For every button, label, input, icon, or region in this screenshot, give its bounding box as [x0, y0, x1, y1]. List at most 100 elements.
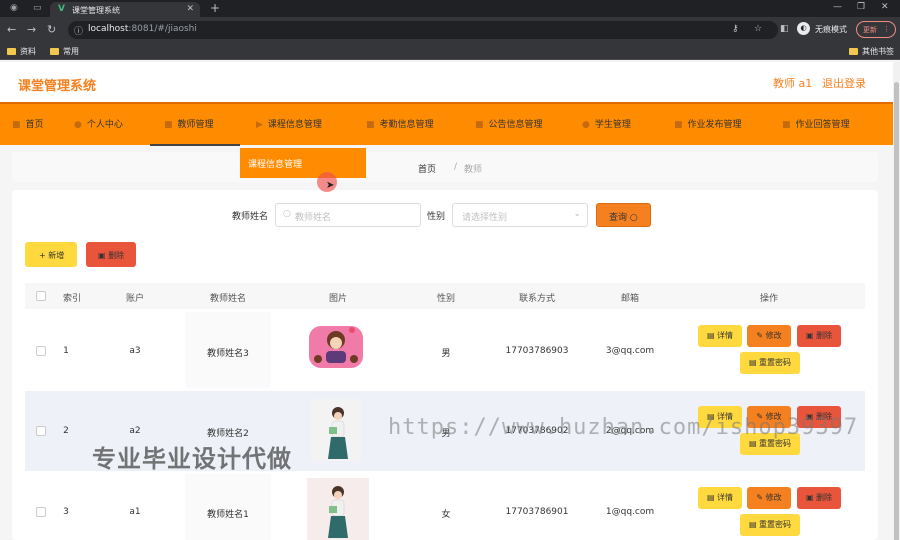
- breadcrumb-home[interactable]: 首页: [418, 162, 436, 175]
- home-icon: ■: [12, 120, 21, 130]
- cell-index: 2: [63, 426, 69, 436]
- forward-icon[interactable]: →: [27, 23, 36, 36]
- folder-icon: [7, 48, 16, 55]
- cell-name: 教师姓名2: [207, 429, 249, 439]
- header-account: 账户: [125, 294, 144, 304]
- active-menu-indicator: [150, 144, 240, 146]
- menu-item-course[interactable]: ▶ 课程信息管理: [256, 117, 322, 130]
- row-checkbox[interactable]: [36, 346, 46, 356]
- submenu-course-info[interactable]: 课程信息管理: [240, 148, 366, 178]
- cell-email: 3@qq.com: [605, 346, 655, 356]
- new-tab-icon[interactable]: +: [210, 1, 220, 15]
- header-actions: 操作: [759, 294, 778, 304]
- cell-account: a3: [129, 346, 141, 356]
- menu-item-attendance[interactable]: ■ 考勤信息管理: [366, 117, 434, 130]
- key-icon[interactable]: ⚷: [732, 24, 739, 34]
- edit-button[interactable]: ✎ 修改: [747, 325, 791, 347]
- header-email: 邮箱: [620, 294, 639, 304]
- reset-password-button[interactable]: ▤ 重置密码: [740, 352, 800, 374]
- cell-account: a2: [129, 426, 141, 436]
- reload-icon[interactable]: ↻: [47, 23, 56, 36]
- main-menu: ■ 首页 ● 个人中心 ■ 教师管理 ▶ 课程信息管理 ■ 考勤信息管理 ■ 公告信息管理 …: [0, 102, 900, 146]
- sidebar-icon[interactable]: ◧: [780, 24, 789, 34]
- detail-button[interactable]: ▤ 详情: [698, 325, 742, 347]
- delete-button[interactable]: ▣ 删除: [797, 325, 841, 347]
- watermark-url: https://www.huzhan.com/ishop39397: [388, 415, 859, 440]
- star-icon[interactable]: ☆: [754, 24, 762, 34]
- name-search-input[interactable]: ○ 教师姓名: [275, 203, 421, 227]
- header-phone: 联系方式: [518, 294, 555, 304]
- cell-index: 3: [63, 507, 69, 517]
- more-icon: ⋮: [883, 25, 890, 33]
- menu-item-notice[interactable]: ■ 公告信息管理: [475, 117, 543, 130]
- folder-icon: [849, 48, 858, 55]
- edit-button[interactable]: ✎ 修改: [747, 487, 791, 509]
- scrollbar-thumb[interactable]: [894, 82, 899, 540]
- header-gender: 性别: [436, 294, 455, 304]
- breadcrumb: 首页 / 教师: [12, 152, 878, 182]
- search-icon: ○: [283, 209, 291, 219]
- user-icon: ●: [74, 120, 82, 130]
- chrome-icon[interactable]: ◉: [10, 3, 18, 13]
- menu-item-student[interactable]: ● 学生管理: [582, 117, 631, 130]
- bookmark-folder[interactable]: 常用: [50, 46, 79, 57]
- minimize-icon[interactable]: —: [833, 2, 842, 12]
- reset-password-button[interactable]: ▤ 重置密码: [740, 514, 800, 536]
- course-icon: ▶: [256, 120, 263, 130]
- cell-phone: 17703786901: [505, 507, 569, 517]
- attendance-icon: ■: [366, 120, 375, 130]
- detail-button[interactable]: ▤ 详情: [698, 487, 742, 509]
- add-button[interactable]: + 新增: [25, 242, 77, 267]
- incognito-avatar-icon[interactable]: ◐: [797, 22, 810, 35]
- address-bar: ← → ↻ ⓘ localhost:8081/#/jiaoshi ⚷ ☆ ◧ ◐…: [0, 17, 900, 43]
- cell-name: 教师姓名3: [207, 349, 249, 359]
- back-icon[interactable]: ←: [7, 23, 16, 36]
- page-scrollbar[interactable]: [893, 62, 900, 540]
- other-bookmarks[interactable]: 其他书签: [849, 46, 894, 57]
- menu-item-assignment[interactable]: ■ 作业发布管理: [674, 117, 742, 130]
- select-all-checkbox[interactable]: [36, 291, 46, 301]
- menu-item-answer[interactable]: ■ 作业回答管理: [782, 117, 850, 130]
- url-field[interactable]: ⓘ localhost:8081/#/jiaoshi ⚷ ☆: [68, 21, 778, 39]
- close-window-icon[interactable]: ✕: [881, 2, 889, 12]
- cell-name: 教师姓名1: [207, 510, 249, 520]
- name-placeholder: 教师姓名: [295, 213, 332, 223]
- logout-link[interactable]: 退出登录: [822, 75, 866, 91]
- bookmark-folder[interactable]: 资料: [7, 46, 36, 57]
- cell-phone: 17703786903: [505, 346, 569, 356]
- current-user: 教师 a1: [773, 77, 813, 90]
- notice-icon: ■: [475, 120, 484, 130]
- reset-icon: ▤: [748, 439, 757, 448]
- gender-select[interactable]: 请选择性别 ⌄: [452, 203, 588, 227]
- cell-gender: 女: [441, 510, 451, 520]
- mouse-pointer-icon: ➤: [326, 180, 335, 191]
- batch-delete-button[interactable]: ▣ 删除: [86, 242, 136, 267]
- app-header: 课堂管理系统 教师 a1 退出登录: [0, 62, 900, 102]
- row-checkbox[interactable]: [36, 426, 46, 436]
- folder-icon: [50, 48, 59, 55]
- breadcrumb-current: 教师: [464, 165, 483, 175]
- tab-search-icon[interactable]: ▭: [33, 3, 42, 13]
- breadcrumb-separator: /: [454, 162, 458, 172]
- watermark-text: 专业毕业设计代做: [92, 445, 292, 473]
- row-checkbox[interactable]: [36, 507, 46, 517]
- reset-icon: ▤: [748, 520, 757, 529]
- teacher-photo: [305, 316, 367, 378]
- header-index: 索引: [62, 294, 81, 304]
- menu-item-teacher[interactable]: ■ 教师管理: [164, 117, 214, 130]
- assignment-icon: ■: [674, 120, 683, 130]
- app-title: 课堂管理系统: [18, 79, 97, 94]
- vue-icon: V: [58, 4, 65, 14]
- browser-tab[interactable]: V 课堂管理系统 ✕: [50, 2, 200, 17]
- delete-button[interactable]: ▣ 删除: [797, 487, 841, 509]
- close-tab-icon[interactable]: ✕: [186, 4, 194, 14]
- site-info-icon[interactable]: ⓘ: [74, 24, 83, 37]
- restore-icon[interactable]: ❐: [857, 2, 865, 12]
- query-button[interactable]: 查询 ○: [596, 203, 651, 227]
- menu-item-home[interactable]: ■ 首页: [12, 117, 44, 130]
- update-button[interactable]: 更新 ⋮: [856, 21, 896, 38]
- menu-item-profile[interactable]: ● 个人中心: [74, 117, 123, 130]
- header-image: 图片: [328, 294, 347, 304]
- profile-label: 无痕模式: [815, 25, 847, 34]
- trash-icon: ▣: [805, 331, 814, 340]
